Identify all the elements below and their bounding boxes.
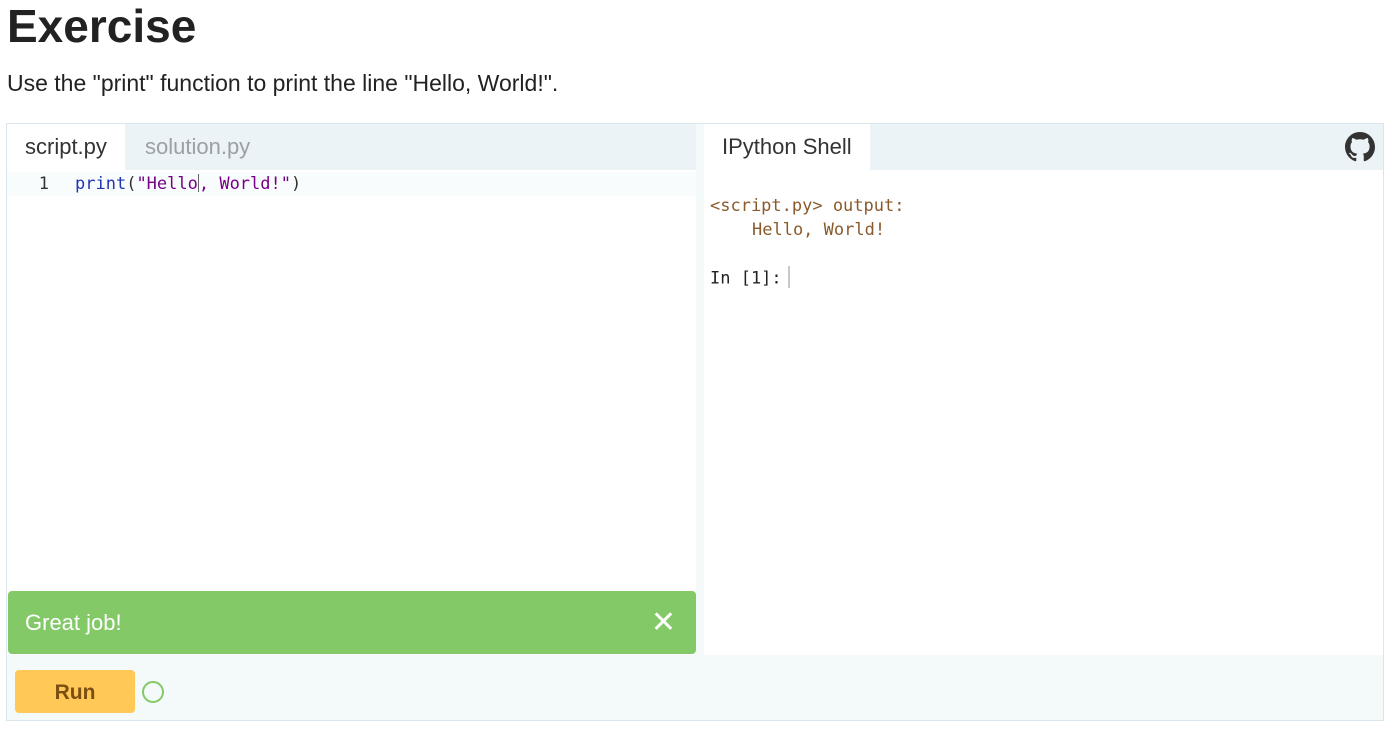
page-title: Exercise (7, 0, 197, 52)
shell-tabbar: IPython Shell (704, 124, 1383, 170)
shell-pane: IPython Shell <script.py> output: Hello, … (704, 124, 1383, 655)
github-icon[interactable] (1345, 132, 1375, 162)
feedback-message: Great job! (25, 610, 122, 635)
line-number: 1 (38, 174, 49, 194)
shell-prompt: In [1]: (710, 268, 782, 289)
shell-output: <script.py> output: Hello, World! (710, 194, 904, 242)
code-editor[interactable]: 1 print("Hello, World!") (7, 170, 696, 582)
tab-ipython-shell[interactable]: IPython Shell (704, 124, 870, 170)
feedback-banner: Great job! ✕ (8, 591, 696, 654)
close-icon[interactable]: ✕ (651, 591, 676, 654)
run-button[interactable]: Run (15, 670, 135, 713)
shell-output-line: Hello, World! (752, 220, 886, 240)
code-line[interactable]: 1 print("Hello, World!") (7, 172, 696, 196)
editor-tabbar: script.py solution.py (7, 124, 696, 170)
exercise-instructions: Use the "print" function to print the li… (7, 70, 559, 96)
code-text[interactable]: print("Hello, World!") (75, 172, 301, 196)
code-token-open-paren: ( (126, 174, 137, 194)
code-token-string: , World!" (198, 174, 291, 194)
shell-prompt-row[interactable]: In [1]: (710, 266, 790, 291)
code-token-close-paren: ) (290, 174, 302, 194)
tab-solution-py[interactable]: solution.py (127, 124, 268, 170)
editor-pane: script.py solution.py 1 print("Hello, Wo… (7, 124, 696, 655)
circle-outline-icon (142, 681, 164, 703)
code-token-function: print (75, 174, 127, 194)
exercise-workspace: script.py solution.py 1 print("Hello, Wo… (6, 123, 1384, 721)
shell-output-header: <script.py> output: (710, 196, 905, 216)
tab-script-py[interactable]: script.py (7, 124, 125, 170)
shell-input-cursor[interactable] (787, 266, 790, 288)
code-token-string: "Hello (136, 174, 198, 194)
